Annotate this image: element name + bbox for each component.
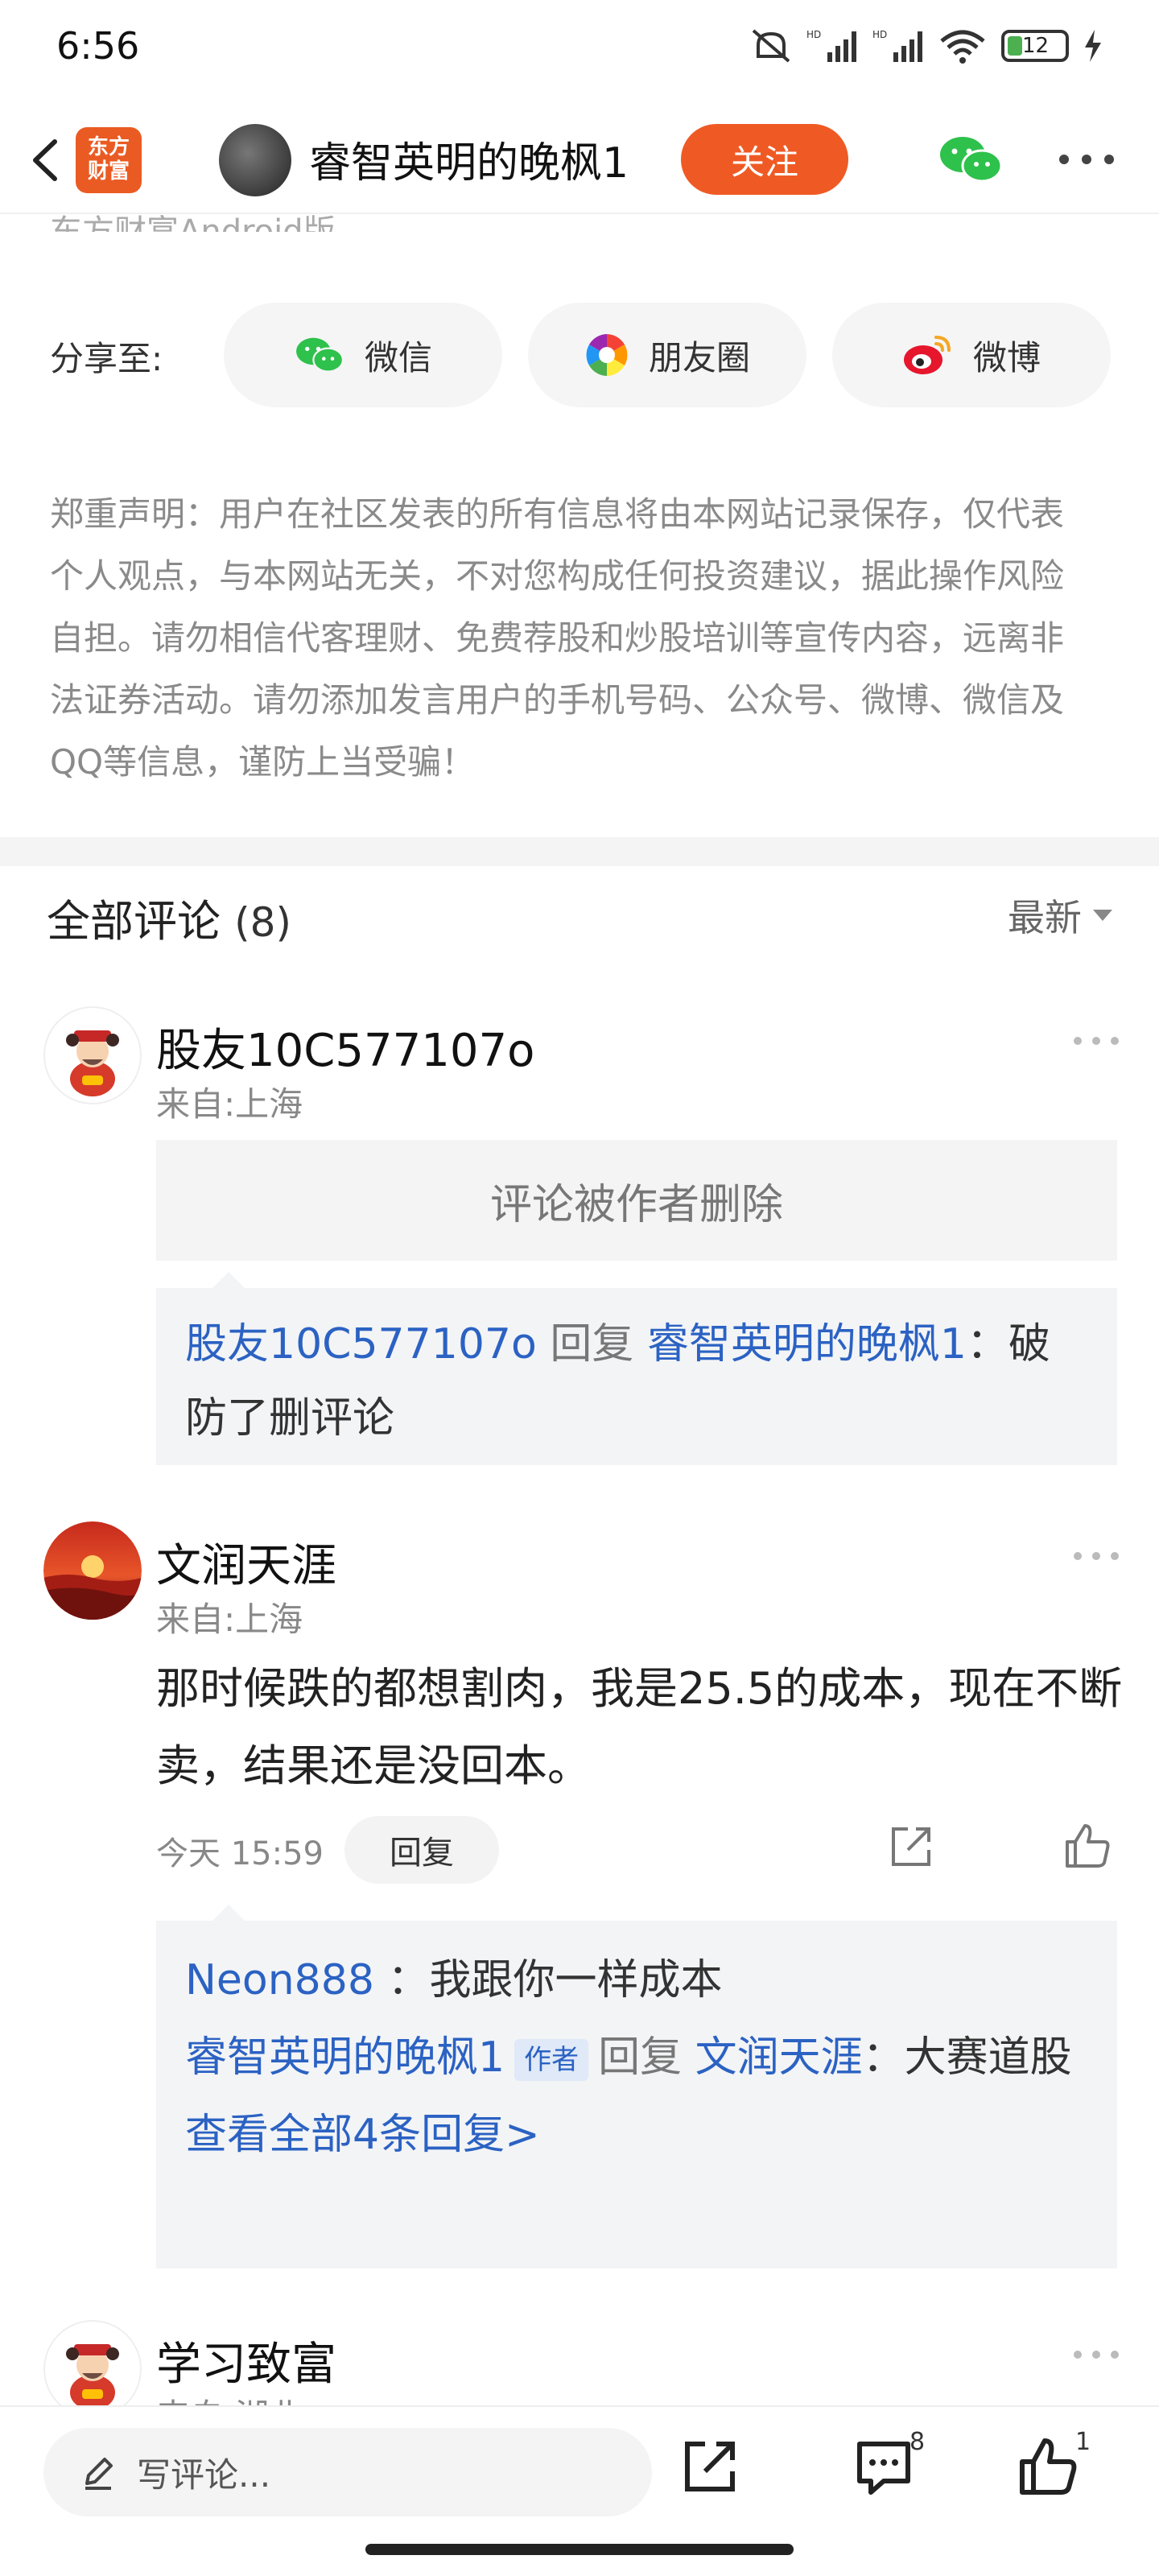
battery-level: 12	[1022, 34, 1050, 58]
share-weibo-label: 微博	[972, 337, 1041, 378]
like-icon[interactable]	[1062, 1821, 1112, 1871]
dropdown-triangle-icon	[1093, 910, 1112, 921]
reply-text: ：我跟你一样成本	[387, 1956, 723, 2004]
fortune-god-avatar-icon	[43, 2320, 142, 2418]
reply-from-name[interactable]: 睿智英明的晚枫1	[185, 2033, 505, 2082]
reply-to-name[interactable]: 睿智英明的晚枫1	[647, 1320, 967, 1368]
status-icons: HD HD 12	[750, 27, 1103, 64]
comment-count: 8	[909, 2428, 926, 2456]
commenter-name[interactable]: 文润天涯	[156, 1530, 336, 1595]
commenter-name[interactable]: 股友10C577107o	[156, 1014, 534, 1080]
reply-item[interactable]: Neon888 ：我跟你一样成本	[185, 1942, 1088, 2019]
reply-to-name[interactable]: 文润天涯	[695, 2033, 863, 2082]
author-badge: 作者	[514, 2039, 589, 2081]
reply-notch	[212, 1272, 245, 1288]
reply-verb: 回复	[550, 1320, 634, 1368]
comment-more-icon[interactable]	[1072, 1550, 1120, 1562]
author-avatar[interactable]	[219, 124, 291, 196]
author-name[interactable]: 睿智英明的晚枫1	[309, 129, 629, 189]
comment-time: 今天 15:59	[156, 1835, 324, 1872]
mute-icon	[752, 29, 790, 63]
reply-notch	[212, 1905, 245, 1921]
commenter-name[interactable]: 学习致富	[156, 2328, 336, 2393]
wechat-icon	[296, 337, 344, 373]
comment-more-icon[interactable]	[1072, 2349, 1120, 2360]
svg-text:HD: HD	[806, 29, 821, 40]
signal-icon: HD	[806, 29, 856, 62]
weibo-icon	[903, 336, 951, 374]
follow-button[interactable]: 关注	[681, 124, 848, 195]
write-comment-input[interactable]: 写评论...	[43, 2428, 652, 2516]
comments-title-label: 全部评论	[47, 896, 221, 947]
reply-thread[interactable]: 股友10C577107o 回复 睿智英明的晚枫1：破防了删评论	[156, 1288, 1117, 1465]
reply-button[interactable]: 回复	[344, 1816, 499, 1884]
reply-item[interactable]: 睿智英明的晚枫1 作者 回复 文润天涯：大赛道股	[185, 2019, 1088, 2096]
sunset-avatar-icon	[43, 1521, 142, 1620]
like-count: 1	[1075, 2428, 1091, 2456]
moments-icon	[585, 334, 628, 376]
commenter-avatar[interactable]	[43, 1521, 142, 1620]
comments-count: (8)	[234, 899, 291, 946]
section-divider	[0, 837, 1159, 866]
sort-dropdown[interactable]: 最新	[1008, 889, 1112, 942]
commenter-avatar[interactable]	[43, 2320, 142, 2418]
like-icon[interactable]	[1016, 2434, 1080, 2499]
commenter-location: 来自:上海	[156, 1600, 303, 1639]
reply-text: ：大赛道股	[862, 2033, 1072, 2082]
reply-from-name[interactable]: Neon888	[185, 1956, 374, 2004]
share-icon[interactable]	[678, 2434, 742, 2499]
share-label: 分享至:	[50, 339, 163, 378]
disclaimer-text: 郑重声明：用户在社区发表的所有信息将由本网站记录保存，仅代表个人观点，与本网站无…	[50, 494, 1065, 782]
sort-label: 最新	[1008, 896, 1082, 939]
signal-icon: HD	[872, 29, 922, 62]
share-moments-label: 朋友圈	[648, 337, 750, 378]
wifi-icon	[940, 30, 985, 64]
source-text: 东方财富Android版	[50, 213, 336, 232]
home-indicator[interactable]	[365, 2544, 794, 2555]
top-nav-bar: 东方 财富 睿智英明的晚枫1 关注	[0, 105, 1159, 214]
share-moments-button[interactable]: 朋友圈	[528, 303, 806, 407]
share-wechat-label: 微信	[364, 337, 432, 378]
commenter-location: 来自:上海	[156, 1084, 303, 1124]
bottom-action-bar: 写评论... 8 1	[0, 2405, 1159, 2576]
commenter-avatar[interactable]	[43, 1006, 142, 1104]
write-comment-placeholder: 写评论...	[137, 2454, 271, 2495]
reply-verb: 回复	[598, 2033, 683, 2082]
comment-icon[interactable]	[852, 2434, 916, 2499]
comment-more-icon[interactable]	[1072, 1035, 1120, 1046]
view-all-replies-link[interactable]: 查看全部4条回复>	[185, 2096, 1088, 2174]
share-weibo-button[interactable]: 微博	[832, 303, 1111, 407]
status-time: 6:56	[56, 24, 140, 68]
back-arrow-icon[interactable]	[19, 132, 76, 188]
charging-icon	[1085, 30, 1101, 62]
pencil-icon	[85, 2458, 113, 2490]
reply-thread[interactable]: Neon888 ：我跟你一样成本 睿智英明的晚枫1 作者 回复 文润天涯：大赛道股 …	[156, 1921, 1117, 2268]
svg-text:HD: HD	[872, 29, 887, 40]
app-logo: 东方 财富	[76, 127, 142, 193]
comment-text: 那时候跌的都想割肉，我是25.5的成本，现在不断卖，结果还是没回本。	[156, 1663, 1123, 1791]
deleted-comment-notice: 评论被作者删除	[156, 1140, 1117, 1261]
share-wechat-button[interactable]: 微信	[224, 303, 502, 407]
fortune-god-avatar-icon	[43, 1006, 142, 1104]
comments-title: 全部评论 (8)	[47, 886, 291, 949]
more-icon[interactable]	[1058, 153, 1116, 166]
share-icon[interactable]	[887, 1823, 935, 1871]
reply-from-name[interactable]: 股友10C577107o	[185, 1320, 537, 1368]
wechat-icon[interactable]	[937, 134, 1004, 185]
battery-icon: 12	[1001, 30, 1069, 62]
